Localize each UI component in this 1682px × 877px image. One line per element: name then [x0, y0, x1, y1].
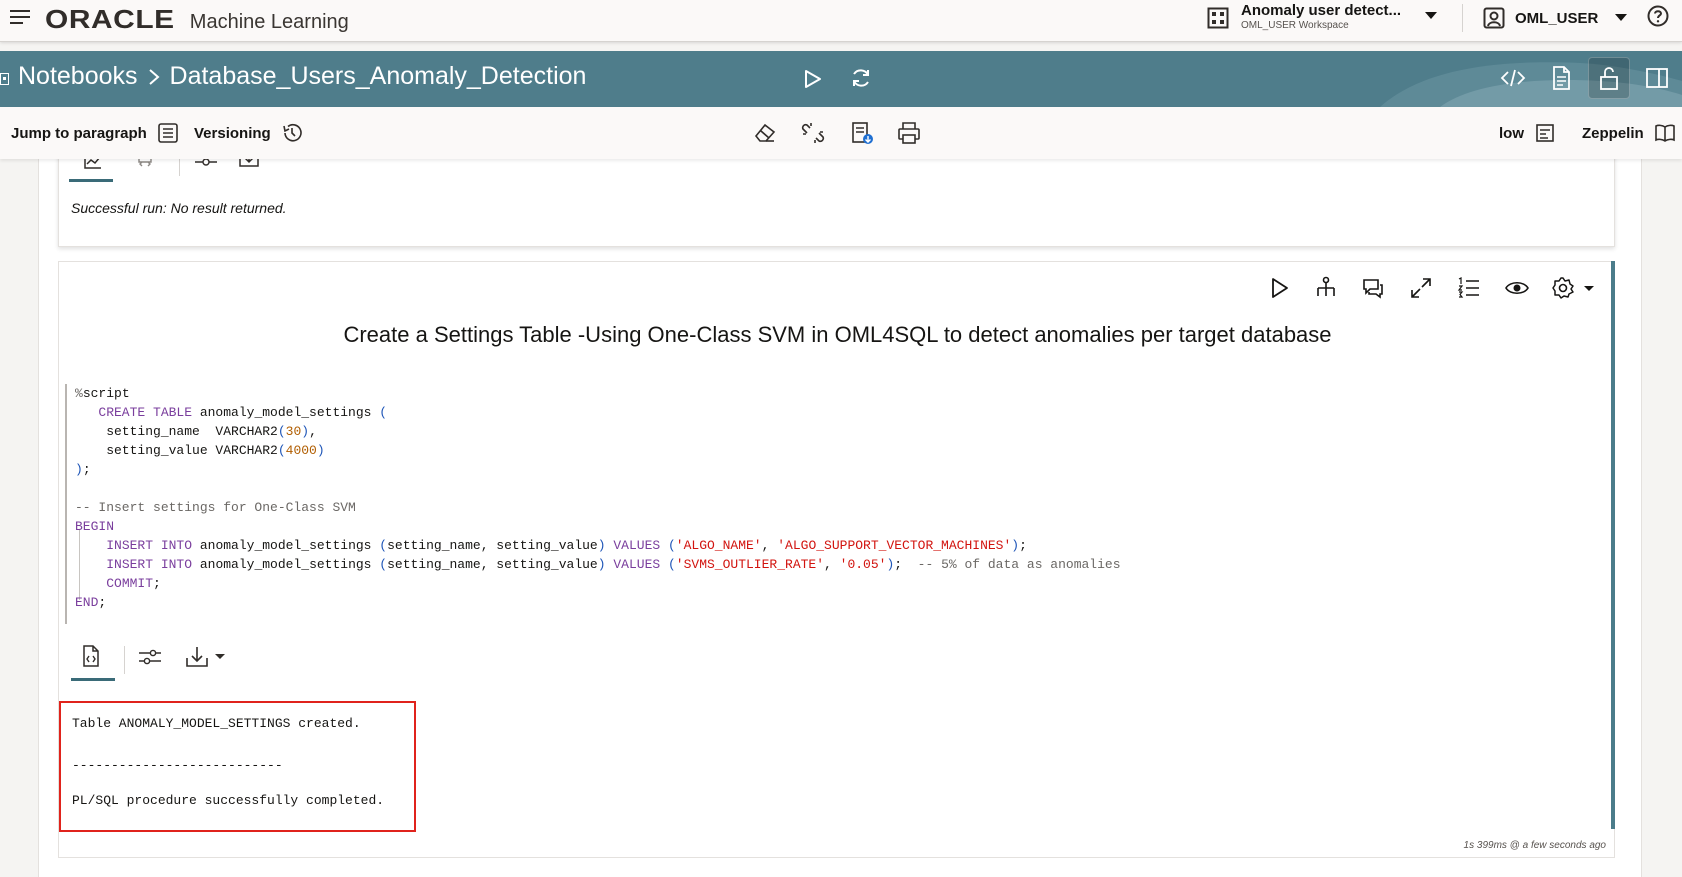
hierarchy-icon[interactable] — [1314, 276, 1338, 300]
chevron-down-icon[interactable] — [1424, 11, 1438, 21]
eye-icon[interactable] — [1505, 276, 1529, 300]
breadcrumb-notebooks-link[interactable]: Notebooks — [18, 62, 138, 91]
play-icon[interactable] — [1267, 276, 1291, 300]
result-line: PL/SQL procedure successfully completed. — [72, 793, 385, 808]
oracle-logo: ORACLE — [45, 4, 175, 34]
help-icon[interactable] — [1647, 5, 1669, 27]
refresh-icon[interactable] — [850, 67, 872, 89]
result-output-highlight: Table ANOMALY_MODEL_SETTINGS created. --… — [59, 701, 416, 832]
previous-result-text: Successful run: No result returned. — [71, 200, 287, 216]
run-timestamp: 1s 399ms @ a few seconds ago — [1463, 840, 1606, 851]
eraser-icon[interactable] — [753, 121, 777, 145]
paragraph-title: Create a Settings Table -Using One-Class… — [343, 322, 1332, 347]
connection-icon — [1536, 124, 1554, 142]
notebook-icon — [0, 73, 9, 85]
expand-icon[interactable] — [1409, 276, 1433, 300]
chevron-down-icon[interactable] — [214, 652, 226, 662]
interpreter-label: Zeppelin — [1582, 124, 1644, 142]
notebook-title[interactable]: Database_Users_Anomaly_Detection — [170, 62, 587, 91]
book-icon — [1654, 124, 1675, 142]
versioning-label: Versioning — [194, 124, 271, 142]
line-numbers-icon[interactable] — [1457, 276, 1481, 300]
user-icon — [1483, 7, 1505, 29]
code-output-icon[interactable] — [81, 645, 101, 667]
workspace-name: OML_USER Workspace — [1241, 20, 1349, 31]
list-icon — [158, 123, 178, 143]
active-tab-indicator — [69, 179, 113, 182]
divider — [1462, 4, 1463, 32]
interpreter-button[interactable]: Zeppelin — [1582, 122, 1676, 144]
service-level-button[interactable]: low — [1499, 122, 1556, 144]
hamburger-icon[interactable] — [8, 6, 34, 28]
product-name: Machine Learning — [189, 11, 349, 33]
chevron-down-icon[interactable] — [1583, 276, 1595, 300]
workspace-selector[interactable]: Anomaly user detect... OML_USER Workspac… — [1207, 1, 1437, 35]
result-line: Table ANOMALY_MODEL_SETTINGS created. — [72, 716, 361, 731]
header-decoration — [1380, 62, 1682, 107]
code-icon[interactable] — [1500, 65, 1526, 91]
chevron-right-icon — [148, 68, 160, 85]
brand-logo[interactable]: ORACLE Machine Learning — [45, 4, 349, 34]
play-icon[interactable] — [804, 69, 822, 89]
history-icon — [282, 123, 302, 142]
previous-paragraph: Successful run: No result returned. — [58, 150, 1615, 247]
chevron-down-icon[interactable] — [1614, 13, 1628, 23]
jump-to-paragraph-button[interactable]: Jump to paragraph — [11, 122, 179, 144]
active-tab-indicator — [71, 678, 115, 681]
workspace-project-name: Anomaly user detect... — [1241, 2, 1402, 19]
unlock-button[interactable] — [1588, 57, 1630, 99]
user-name: OML_USER — [1515, 9, 1599, 27]
split-panel-icon[interactable] — [1644, 65, 1670, 91]
download-icon[interactable] — [186, 646, 208, 668]
export-icon[interactable] — [850, 121, 874, 145]
versioning-button[interactable]: Versioning — [194, 122, 303, 144]
settings-slider-icon[interactable] — [139, 648, 161, 666]
document-icon[interactable] — [1548, 65, 1574, 91]
paragraph: Create a Settings Table -Using One-Class… — [58, 261, 1615, 858]
print-icon[interactable] — [897, 121, 921, 145]
comment-icon[interactable] — [1361, 276, 1385, 300]
service-level-label: low — [1499, 124, 1524, 142]
user-menu[interactable]: OML_USER — [1483, 4, 1628, 32]
gear-icon[interactable] — [1551, 276, 1575, 300]
jump-to-paragraph-label: Jump to paragraph — [11, 124, 147, 142]
top-bar: ORACLE Machine Learning Anomaly user det… — [0, 0, 1682, 42]
result-separator: --------------------------- — [72, 758, 283, 773]
unlink-icon[interactable] — [801, 121, 825, 145]
notebook-header: Notebooks Database_Users_Anomaly_Detecti… — [0, 51, 1682, 107]
divider — [124, 646, 125, 674]
unlock-icon — [1600, 67, 1618, 90]
code-editor[interactable]: %script CREATE TABLE anomaly_model_setti… — [65, 384, 1215, 624]
breadcrumb: Notebooks Database_Users_Anomaly_Detecti… — [18, 62, 586, 91]
grid-icon — [1207, 7, 1229, 29]
notebook-toolbar: Jump to paragraph Versioning low Zeppeli… — [0, 107, 1682, 159]
